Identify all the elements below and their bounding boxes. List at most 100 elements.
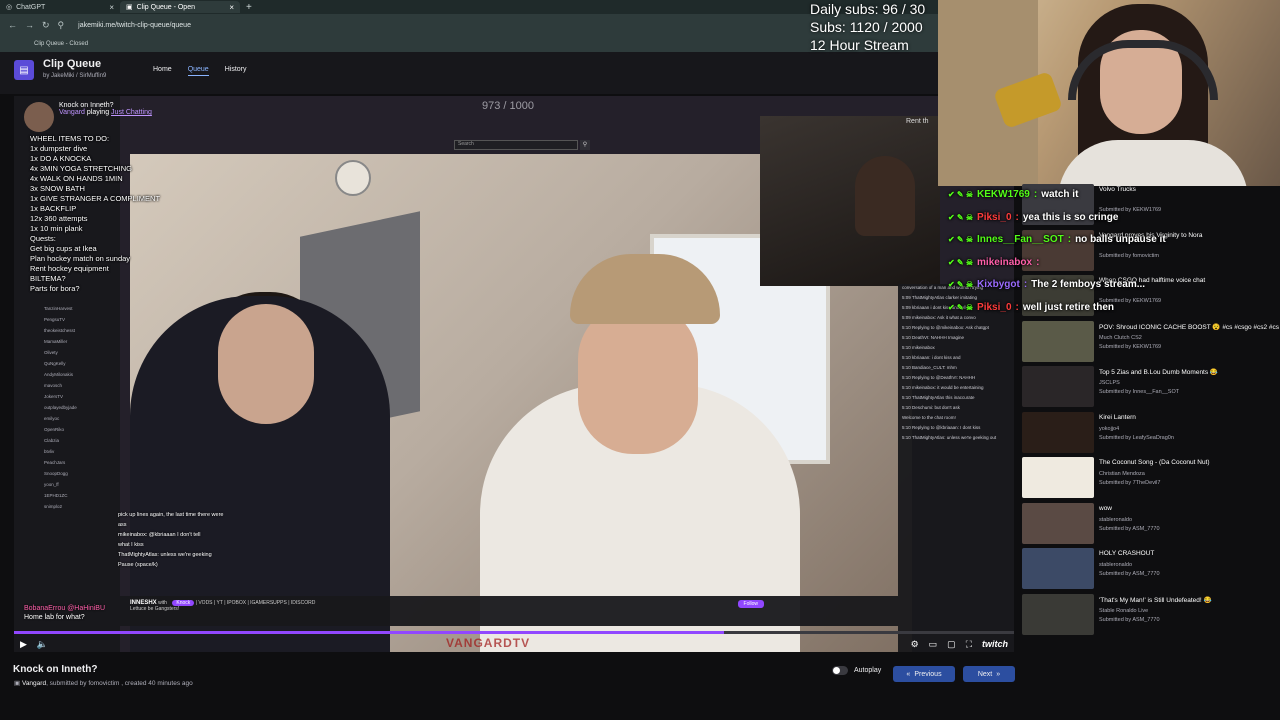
queue-item-submitter: Submitted by ASM_7770 — [1099, 525, 1160, 532]
queue-item-channel: Much Clutch CS2 — [1099, 334, 1142, 341]
back-icon[interactable]: ← — [8, 20, 17, 30]
avatar — [24, 102, 54, 132]
clip-chat-captions: pick up lines again, the last time there… — [118, 512, 224, 568]
queue-item[interactable]: wow stableronaldo Submitted by ASM_7770 — [1022, 502, 1280, 549]
clip-chat-line: 5:10 kbriaaan: i dont kiss and — [902, 355, 961, 360]
clip-video-player[interactable]: TanzinHarvest PengsuTV theokeistchesst Mama… — [14, 96, 1014, 652]
clip-queue-logo-icon[interactable]: ▤ — [14, 60, 34, 80]
sidebar-channel: OpenRiko — [44, 427, 65, 432]
clip-channel-link[interactable]: Vangard — [22, 680, 46, 687]
clip-channel-list: TanzinHarvest PengsuTV theokeistchesst Mama… — [44, 306, 120, 515]
sidebar-channel: Olivety — [44, 350, 58, 355]
autoplay-control: Autoplay — [832, 666, 881, 675]
sidebar-channel: QuNgKelly — [44, 361, 66, 366]
clip-stream-infobar: INNESHX with Knock | VODS | YT | IPOBOX … — [120, 596, 898, 626]
clip-chat-line: Welcome to the chat room! — [902, 415, 956, 420]
stream-chat-overlay: ✔ ✎ ☠ KEKW1769: watch it ✔ ✎ ☠ Piksi_0: yea t… — [948, 184, 1188, 319]
forward-icon[interactable]: → — [25, 20, 34, 30]
todo-item: Get big cups at Ikea — [30, 244, 97, 253]
queue-item[interactable]: HOLY CRASHOUT stableronaldo Submitted by A… — [1022, 548, 1280, 594]
sidebar-channel: Clabzia — [44, 438, 60, 443]
tab-chatgpt[interactable]: ◎ ChatGPT × — [0, 1, 120, 13]
chat-username: Piksi_0 — [977, 301, 1012, 313]
clip-chat-panel: conversation of a man and woman trying 5:… — [898, 284, 1014, 652]
close-icon[interactable]: × — [229, 3, 234, 12]
sidebar-channel: mavosch — [44, 383, 63, 388]
sidebar-channel: outplayedbyjade — [44, 405, 77, 410]
sidebar-channel: SnoopDogg — [44, 471, 68, 476]
clip-chat-line: 5:10 Deschumi: but don't ask — [902, 405, 960, 410]
queue-item-channel: JSCLPS — [1099, 380, 1120, 386]
nav-queue[interactable]: Queue — [187, 66, 209, 76]
play-icon[interactable]: ▶ — [20, 639, 27, 650]
queue-item-title: HOLY CRASHOUT — [1099, 550, 1155, 557]
sidebar-channel: PeachJars — [44, 460, 66, 465]
author-link[interactable]: SirMuffin9 — [79, 73, 106, 79]
theatre-mode-icon[interactable]: ▢ — [947, 639, 956, 650]
sidebar-channel: PengsuTV — [44, 317, 66, 322]
overlay-chat-text: BobanaErrou @HaHiniBU Home lab for what? — [24, 605, 106, 621]
todo-item: 1x GIVE STRANGER A COMPLIMENT — [30, 194, 161, 203]
new-tab-icon[interactable]: + — [240, 2, 258, 13]
queue-item-submitter: Submitted by LeafySeaDrag0n — [1099, 434, 1174, 441]
app-authors: by JakeMiki / SirMuffin9 — [43, 73, 107, 79]
tab-clip-queue[interactable]: ▣ Clip Queue - Open × — [120, 1, 240, 13]
clip-search-input: Search — [454, 140, 578, 150]
chat-badges-icon: ✔ ✎ ☠ — [948, 235, 974, 245]
queue-item-title: Top 5 Zias and B.Lou Dumb Moments 😂 — [1099, 369, 1219, 376]
nav-history[interactable]: History — [225, 66, 247, 76]
progress-bar[interactable] — [14, 631, 1014, 634]
todo-item: WHEEL ITEMS TO DO: — [30, 134, 110, 143]
tab-title: Clip Queue - Open — [136, 3, 195, 11]
double-chevron-right-icon: » — [996, 670, 1001, 678]
subs-goal: Subs: 1120 / 2000 — [810, 19, 923, 35]
url-field[interactable]: jakemiki.me/twitch-clip-queue/queue — [78, 22, 191, 29]
volume-icon[interactable]: 🔈 — [37, 639, 48, 650]
queue-item-title: wow — [1099, 504, 1113, 512]
author-link[interactable]: JakeMiki — [51, 73, 74, 79]
queue-item-title: POV: Shroud ICONIC CACHE BOOST 😵 #cs #cs… — [1099, 323, 1279, 331]
close-icon[interactable]: × — [109, 3, 114, 12]
chat-text: watch it — [1041, 189, 1079, 201]
queue-item-submitter: Submitted by ASM_7770 — [1099, 571, 1160, 577]
queue-item[interactable]: 'That's My Man!' is Still Undefeated! 😂 S… — [1022, 593, 1280, 640]
screen: ◎ ChatGPT × ▣ Clip Queue - Open × + ← → … — [0, 0, 1280, 720]
previous-button[interactable]: « Previous — [893, 666, 955, 682]
queue-item-thumbnail — [1022, 593, 1094, 635]
sidebar-channel: MamaMiller — [44, 339, 68, 344]
queue-item-title: The Coconut Song - (Da Coconut Nut) — [1099, 459, 1210, 466]
search-icon: ⚲ — [580, 140, 590, 150]
app-header: ▤ Clip Queue by JakeMiki / SirMuffin9 Ho… — [0, 52, 938, 94]
bookmarks-bar: Clip Queue - Closed — [0, 36, 938, 52]
todo-item: Quests: — [30, 234, 56, 243]
bookmark-clip-queue[interactable]: Clip Queue - Closed — [34, 41, 88, 47]
app-title: Clip Queue — [43, 58, 102, 70]
queue-item[interactable]: The Coconut Song - (Da Coconut Nut) Chris… — [1022, 457, 1280, 503]
address-bar: ← → ↻ ⚲ jakemiki.me/twitch-clip-queue/qu… — [0, 14, 938, 36]
tab-title: ChatGPT — [16, 3, 46, 11]
queue-item-channel: stableronaldo — [1099, 562, 1133, 568]
queue-item-submitter: Submitted by KEKW1769 — [1099, 343, 1162, 350]
clip-icon[interactable]: ▭ — [929, 639, 938, 650]
queue-item-title: 'That's My Man!' is Still Undefeated! 😂 — [1099, 596, 1212, 604]
fullscreen-icon[interactable]: ⛶ — [966, 639, 972, 650]
reload-icon[interactable]: ↻ — [42, 20, 50, 31]
settings-gear-icon[interactable]: ⚙ — [911, 639, 919, 650]
chat-username: Innes__Fan__SOT — [977, 234, 1064, 246]
facecam-person — [855, 156, 915, 236]
chatgpt-icon: ◎ — [6, 4, 13, 11]
queue-item-thumbnail — [1022, 411, 1094, 453]
nav-home[interactable]: Home — [153, 66, 172, 76]
clip-chat-line: 5:10 DeathVI: NAHHH Imagine — [902, 335, 965, 340]
todo-item: 1x dumpster dive — [30, 144, 88, 153]
queue-item[interactable]: Kirei Lantern yokojjo4 Submitted by LeafyS… — [1022, 411, 1280, 458]
site-info-icon[interactable]: ⚲ — [58, 20, 65, 31]
autoplay-toggle[interactable] — [832, 666, 848, 675]
queue-item[interactable]: Top 5 Zias and B.Lou Dumb Moments 😂 JSCLP… — [1022, 366, 1280, 412]
twitch-logo-icon[interactable]: twitch — [982, 639, 1008, 649]
queue-item[interactable]: POV: Shroud ICONIC CACHE BOOST 😵 #cs #cs… — [1022, 320, 1280, 367]
todo-item: 1x DO A KNOCKA — [30, 154, 92, 163]
chat-username: Kixbygot — [977, 279, 1020, 291]
next-button[interactable]: Next » — [963, 666, 1015, 682]
clip-header-text: Knock on Inneth? Vangard playing Just Ch… — [59, 102, 152, 116]
